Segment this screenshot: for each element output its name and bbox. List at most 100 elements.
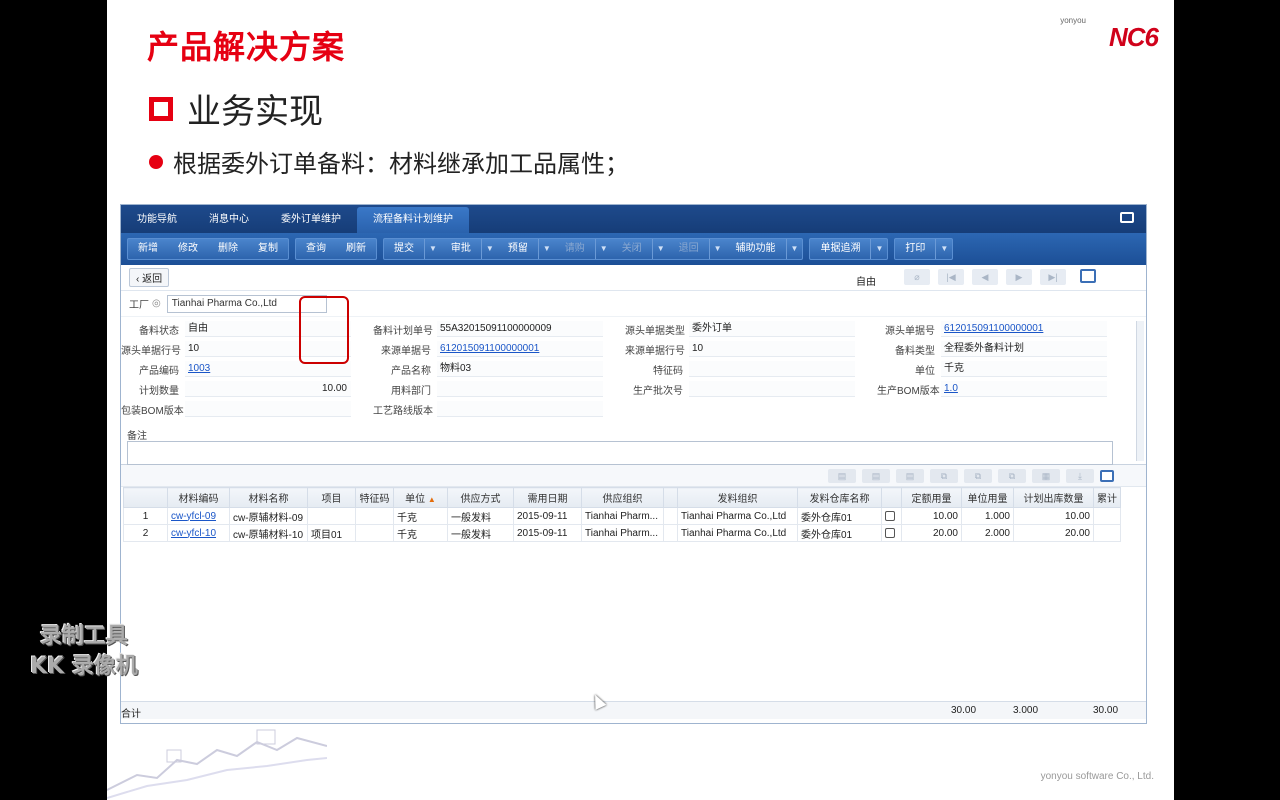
cell-issue-org[interactable]: Tianhai Pharma Co.,Ltd — [677, 507, 798, 525]
card-view-icon[interactable] — [1080, 269, 1096, 283]
tab-outsourcing-order[interactable]: 委外订单维护 — [265, 207, 357, 233]
cell-spacer[interactable] — [663, 524, 678, 542]
cell-unit-qty[interactable]: 2.000 — [961, 524, 1014, 542]
back-button[interactable]: ‹ 返回 — [129, 268, 170, 287]
print-button[interactable]: 打印 — [895, 239, 935, 259]
col-header-plan-out-qty[interactable]: 计划出库数量 — [1013, 487, 1094, 508]
cell-supply-mode[interactable]: 一般发料 — [447, 507, 514, 525]
chevron-down-icon[interactable]: ▼ — [870, 239, 887, 259]
cell-feature-code[interactable] — [355, 524, 394, 542]
col-header-project[interactable]: 项目 — [307, 487, 356, 508]
col-header-unit-qty[interactable]: 单位用量 — [961, 487, 1014, 508]
cell-plan-out-qty[interactable]: 10.00 — [1013, 507, 1094, 525]
col-header-feature-code[interactable]: 特征码 — [355, 487, 394, 508]
checkbox-icon[interactable] — [885, 510, 895, 521]
add-row-icon[interactable]: ▤ — [828, 468, 856, 483]
col-header-cumulative[interactable]: 累计 — [1093, 487, 1121, 508]
cell-supply-org[interactable]: Tianhai Pharm... — [581, 507, 664, 525]
cell-cumulative[interactable] — [1093, 524, 1121, 542]
submit-button[interactable]: 提交 — [384, 239, 424, 259]
trace-button[interactable]: 单据追溯 — [810, 239, 870, 259]
cell-warehouse[interactable]: 委外仓库01 — [797, 524, 882, 542]
reserve-button[interactable]: 预留 — [498, 239, 538, 259]
form-field-value[interactable]: 全程委外备料计划 — [941, 341, 1107, 357]
form-field-value[interactable]: 612015091100000001 — [941, 321, 1107, 337]
col-header-quota-qty[interactable]: 定额用量 — [901, 487, 962, 508]
table-row[interactable]: 2 cw-yfcl-10 cw-原辅材料-10 项目01 千克 一般发料 2015-09-1… — [123, 524, 1121, 542]
col-header-supply-mode[interactable]: 供应方式 — [447, 487, 514, 508]
col-header-material-name[interactable]: 材料名称 — [229, 487, 308, 508]
cell-unit-qty[interactable]: 1.000 — [961, 507, 1014, 525]
return-button[interactable]: 退回 — [669, 239, 709, 259]
chevron-down-icon[interactable]: ▼ — [935, 239, 952, 259]
cell-cumulative[interactable] — [1093, 507, 1121, 525]
form-field-value[interactable]: 10.00 — [185, 381, 351, 397]
query-button[interactable]: 查询 — [296, 239, 336, 259]
aux-function-button[interactable]: 辅助功能 — [726, 239, 786, 259]
cell-quota-qty[interactable]: 20.00 — [901, 524, 962, 542]
col-header-supply-org[interactable]: 供应组织 — [581, 487, 664, 508]
col-header-unit[interactable]: 单位 ▲ — [393, 487, 448, 508]
form-scrollbar[interactable] — [1136, 321, 1144, 461]
form-field-value[interactable]: 1.0 — [941, 381, 1107, 397]
tab-function-nav[interactable]: 功能导航 — [121, 207, 193, 233]
attachment-icon[interactable]: ⌀ — [904, 269, 930, 285]
table-row[interactable]: 1 cw-yfcl-09 cw-原辅材料-09 千克 一般发料 2015-09-11 Tia… — [123, 507, 1121, 525]
form-field-value[interactable]: 55A32015091100000009 — [437, 321, 603, 337]
cell-plan-out-qty[interactable]: 20.00 — [1013, 524, 1094, 542]
cell-feature-code[interactable] — [355, 507, 394, 525]
form-field-value[interactable]: 千克 — [941, 361, 1107, 377]
cell-checkbox[interactable] — [881, 507, 902, 525]
form-field-value[interactable]: 10 — [689, 341, 855, 357]
insert-row-icon[interactable]: ▤ — [862, 468, 890, 483]
paste-row-icon[interactable]: ⧉ — [964, 468, 992, 483]
maximize-icon[interactable] — [1120, 212, 1134, 223]
cell-unit[interactable]: 千克 — [393, 524, 448, 542]
form-field-value[interactable] — [185, 401, 351, 417]
cell-material-name[interactable]: cw-原辅材料-10 — [229, 524, 308, 542]
prev-record-icon[interactable]: ◀ — [972, 269, 998, 285]
cell-row-number[interactable]: 1 — [123, 507, 168, 525]
copy-row-icon[interactable]: ⧉ — [930, 468, 958, 483]
rerequest-button[interactable]: 请购 — [555, 239, 595, 259]
cell-project[interactable] — [307, 507, 356, 525]
reorder-icon[interactable]: ⤓ — [1066, 468, 1094, 483]
cell-checkbox[interactable] — [881, 524, 902, 542]
first-record-icon[interactable]: |◀ — [938, 269, 964, 285]
form-field-value[interactable] — [437, 401, 603, 417]
approve-button[interactable]: 审批 — [441, 239, 481, 259]
cell-issue-org[interactable]: Tianhai Pharma Co.,Ltd — [677, 524, 798, 542]
cell-warehouse[interactable]: 委外仓库01 — [797, 507, 882, 525]
cell-material-code[interactable]: cw-yfcl-09 — [167, 507, 230, 525]
form-field-value[interactable]: 612015091100000001 — [437, 341, 603, 357]
cell-row-number[interactable]: 2 — [123, 524, 168, 542]
col-header-need-date[interactable]: 需用日期 — [513, 487, 582, 508]
cell-spacer[interactable] — [663, 507, 678, 525]
chevron-down-icon[interactable]: ▼ — [480, 239, 498, 259]
new-button[interactable]: 新增 — [128, 239, 168, 259]
grid-view-icon[interactable]: ▦ — [1032, 468, 1060, 483]
close-plan-button[interactable]: 关闭 — [612, 239, 652, 259]
last-record-icon[interactable]: ▶| — [1040, 269, 1066, 285]
cell-need-date[interactable]: 2015-09-11 — [513, 524, 582, 542]
remark-input[interactable] — [127, 441, 1113, 465]
form-field-value[interactable]: 物料03 — [437, 361, 603, 377]
chevron-down-icon[interactable]: ▼ — [708, 239, 726, 259]
delete-row-icon[interactable]: ▤ — [896, 468, 924, 483]
form-field-value[interactable] — [689, 361, 855, 377]
copy-button[interactable]: 复制 — [248, 239, 288, 259]
col-header-issue-org[interactable]: 发料组织 — [677, 487, 798, 508]
cell-supply-org[interactable]: Tianhai Pharm... — [581, 524, 664, 542]
form-field-value[interactable] — [437, 381, 603, 397]
tab-message-center[interactable]: 消息中心 — [193, 207, 265, 233]
checkbox-icon[interactable] — [885, 527, 895, 538]
chevron-down-icon[interactable]: ▼ — [594, 239, 612, 259]
cell-unit[interactable]: 千克 — [393, 507, 448, 525]
form-field-value[interactable]: 委外订单 — [689, 321, 855, 337]
tab-material-plan[interactable]: 流程备料计划维护 — [357, 207, 469, 233]
form-field-value[interactable] — [689, 381, 855, 397]
chevron-down-icon[interactable]: ▼ — [651, 239, 669, 259]
cell-need-date[interactable]: 2015-09-11 — [513, 507, 582, 525]
cell-supply-mode[interactable]: 一般发料 — [447, 524, 514, 542]
cell-material-code[interactable]: cw-yfcl-10 — [167, 524, 230, 542]
